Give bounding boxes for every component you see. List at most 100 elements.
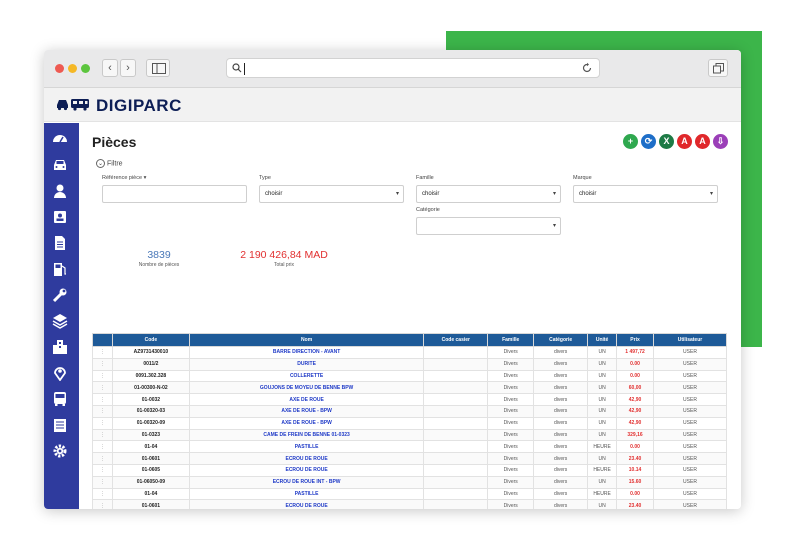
column-header[interactable]: Utilisateur <box>653 333 727 347</box>
part-price: 0.00 <box>616 440 654 454</box>
sidebar-item-vehicles[interactable] <box>52 157 70 175</box>
row-menu-button[interactable]: ⋮ <box>92 428 113 442</box>
minimize-window-button[interactable] <box>68 64 77 73</box>
column-header[interactable]: Code casier <box>423 333 489 347</box>
row-menu-button[interactable]: ⋮ <box>92 487 113 501</box>
part-family: Divers <box>487 452 535 465</box>
part-price: 23.40 <box>616 452 654 465</box>
sidebar-toggle-button[interactable] <box>146 59 170 77</box>
part-category: divers <box>533 440 589 454</box>
column-header[interactable]: Code <box>111 333 190 347</box>
sidebar-item-transport[interactable] <box>52 391 70 409</box>
refresh-button[interactable]: ⟳ <box>641 134 656 149</box>
pdf-icon: A <box>681 136 688 146</box>
marque-select[interactable]: choisir ▾ <box>573 185 718 203</box>
list-icon <box>54 419 66 432</box>
row-menu-button[interactable]: ⋮ <box>92 463 113 477</box>
type-select[interactable]: choisir ▾ <box>259 185 404 203</box>
row-menu-button[interactable]: ⋮ <box>92 393 113 406</box>
row-menu-button[interactable]: ⋮ <box>92 416 113 430</box>
table-row[interactable]: ⋮ 01-06050-09 ECROU DE ROUE INT - BPW Diver… <box>92 475 727 489</box>
export-pdf-button[interactable]: A <box>677 134 692 149</box>
part-price: 42,90 <box>616 393 654 406</box>
export-excel-button[interactable]: X <box>659 134 674 149</box>
part-price: 10.14 <box>616 463 654 477</box>
sidebar-item-settings[interactable] <box>52 443 70 461</box>
sidebar-item-sites[interactable] <box>52 339 70 357</box>
table-row[interactable]: ⋮ 01-00320-09 AXE DE ROUE - BPW Divers diver… <box>92 416 727 430</box>
table-row[interactable]: ⋮ 01-0605 ECROU DE ROUE Divers divers HEURE 10… <box>92 463 727 477</box>
part-user: USER <box>653 428 727 442</box>
row-menu-button[interactable]: ⋮ <box>92 404 113 418</box>
back-button[interactable]: ‹ <box>102 59 118 77</box>
row-menu-button[interactable]: ⋮ <box>92 499 113 509</box>
part-user: USER <box>653 404 727 418</box>
table-row[interactable]: ⋮ 01-0323 CAME DE FREIN DE BENNE 01-0323 Di… <box>92 428 727 442</box>
column-header <box>92 333 113 347</box>
caret-down-icon: ▾ <box>552 223 556 229</box>
part-name: CAME DE FREIN DE BENNE 01-0323 <box>188 428 425 442</box>
filter-toggle[interactable]: ⌄ Filtre <box>96 159 123 168</box>
table-row[interactable]: ⋮ 01-00300-N-02 GOUJONS DE MOYEU DE BENNE … <box>92 381 727 395</box>
table-row[interactable]: ⋮ 0011/2 DURITE Divers divers UN 0.00 USER <box>92 357 727 371</box>
famille-select[interactable]: choisir ▾ <box>416 185 561 203</box>
sidebar-item-drivers[interactable] <box>52 209 70 227</box>
row-menu-button[interactable]: ⋮ <box>92 357 113 371</box>
column-header[interactable]: Nom <box>188 333 425 347</box>
sidebar-item-locations[interactable] <box>52 365 70 383</box>
part-category: divers <box>533 475 589 489</box>
import-button[interactable]: ⇩ <box>713 134 728 149</box>
table-row[interactable]: ⋮ 01-0601 ECROU DE ROUE Divers divers UN 23.40… <box>92 452 727 465</box>
column-header[interactable]: Famille <box>487 333 535 347</box>
part-price: 329,16 <box>616 428 654 442</box>
row-menu-button[interactable]: ⋮ <box>92 381 113 395</box>
storage-code <box>423 499 489 509</box>
row-menu-button[interactable]: ⋮ <box>92 440 113 454</box>
part-user: USER <box>653 416 727 430</box>
table-row[interactable]: ⋮ AZ9731430010 BARRE DIRECTION - AVANT Dive… <box>92 346 727 359</box>
table-row[interactable]: ⋮ 01-04 PASTILLE Divers divers HEURE 0.00 USER <box>92 487 727 501</box>
row-menu-button[interactable]: ⋮ <box>92 452 113 465</box>
part-code: 01-0601 <box>111 499 190 509</box>
sidebar-item-fuel[interactable] <box>52 261 70 279</box>
column-header[interactable]: Catégorie <box>533 333 589 347</box>
address-bar[interactable] <box>226 58 600 78</box>
column-header[interactable]: Unité <box>587 333 618 347</box>
table-row[interactable]: ⋮ 01-04 PASTILLE Divers divers HEURE 0.00 USER <box>92 440 727 454</box>
table-row[interactable]: ⋮ 01-0032 AXE DE ROUE Divers divers UN 42,90 US… <box>92 393 727 406</box>
maximize-window-button[interactable] <box>81 64 90 73</box>
sidebar-item-stock[interactable] <box>52 313 70 331</box>
row-menu-button[interactable]: ⋮ <box>92 369 113 383</box>
close-window-button[interactable] <box>55 64 64 73</box>
categorie-select[interactable]: ▾ <box>416 217 561 235</box>
export-pdf-2-button[interactable]: A <box>695 134 710 149</box>
table-row[interactable]: ⋮ 0091.302.328 COLLERETTE Divers divers UN 0.0… <box>92 369 727 383</box>
part-code: 01-06050-09 <box>111 475 190 489</box>
part-code: 0011/2 <box>111 357 190 371</box>
row-menu-button[interactable]: ⋮ <box>92 475 113 489</box>
reference-input[interactable] <box>102 185 247 203</box>
sidebar-item-reports[interactable] <box>52 417 70 435</box>
sidebar-item-documents[interactable] <box>52 235 70 253</box>
part-category: divers <box>533 357 589 371</box>
reload-icon[interactable] <box>581 62 593 74</box>
part-price: 15.60 <box>616 475 654 489</box>
parts-table: Code Nom Code casier Famille Catégorie U… <box>92 333 727 509</box>
row-menu-button[interactable]: ⋮ <box>92 346 113 359</box>
part-category: divers <box>533 393 589 406</box>
part-code: 01-00300-N-02 <box>111 381 190 395</box>
part-category: divers <box>533 346 589 359</box>
sidebar-item-maintenance[interactable] <box>52 287 70 305</box>
sidebar-item-dashboard[interactable] <box>52 131 70 149</box>
add-button[interactable]: + <box>623 134 638 149</box>
part-family: Divers <box>487 357 535 371</box>
table-row[interactable]: ⋮ 01-0601 ECROU DE ROUE Divers divers UN 23.40… <box>92 499 727 509</box>
tabs-overview-button[interactable] <box>708 59 728 77</box>
part-name: AXE DE ROUE - BPW <box>188 404 425 418</box>
pdf-icon: A <box>699 136 706 146</box>
part-user: USER <box>653 346 727 359</box>
sidebar-item-users[interactable] <box>52 183 70 201</box>
column-header[interactable]: Prix <box>616 333 654 347</box>
table-row[interactable]: ⋮ 01-00320-03 AXE DE ROUE - BPW Divers diver… <box>92 404 727 418</box>
forward-button[interactable]: › <box>120 59 136 77</box>
